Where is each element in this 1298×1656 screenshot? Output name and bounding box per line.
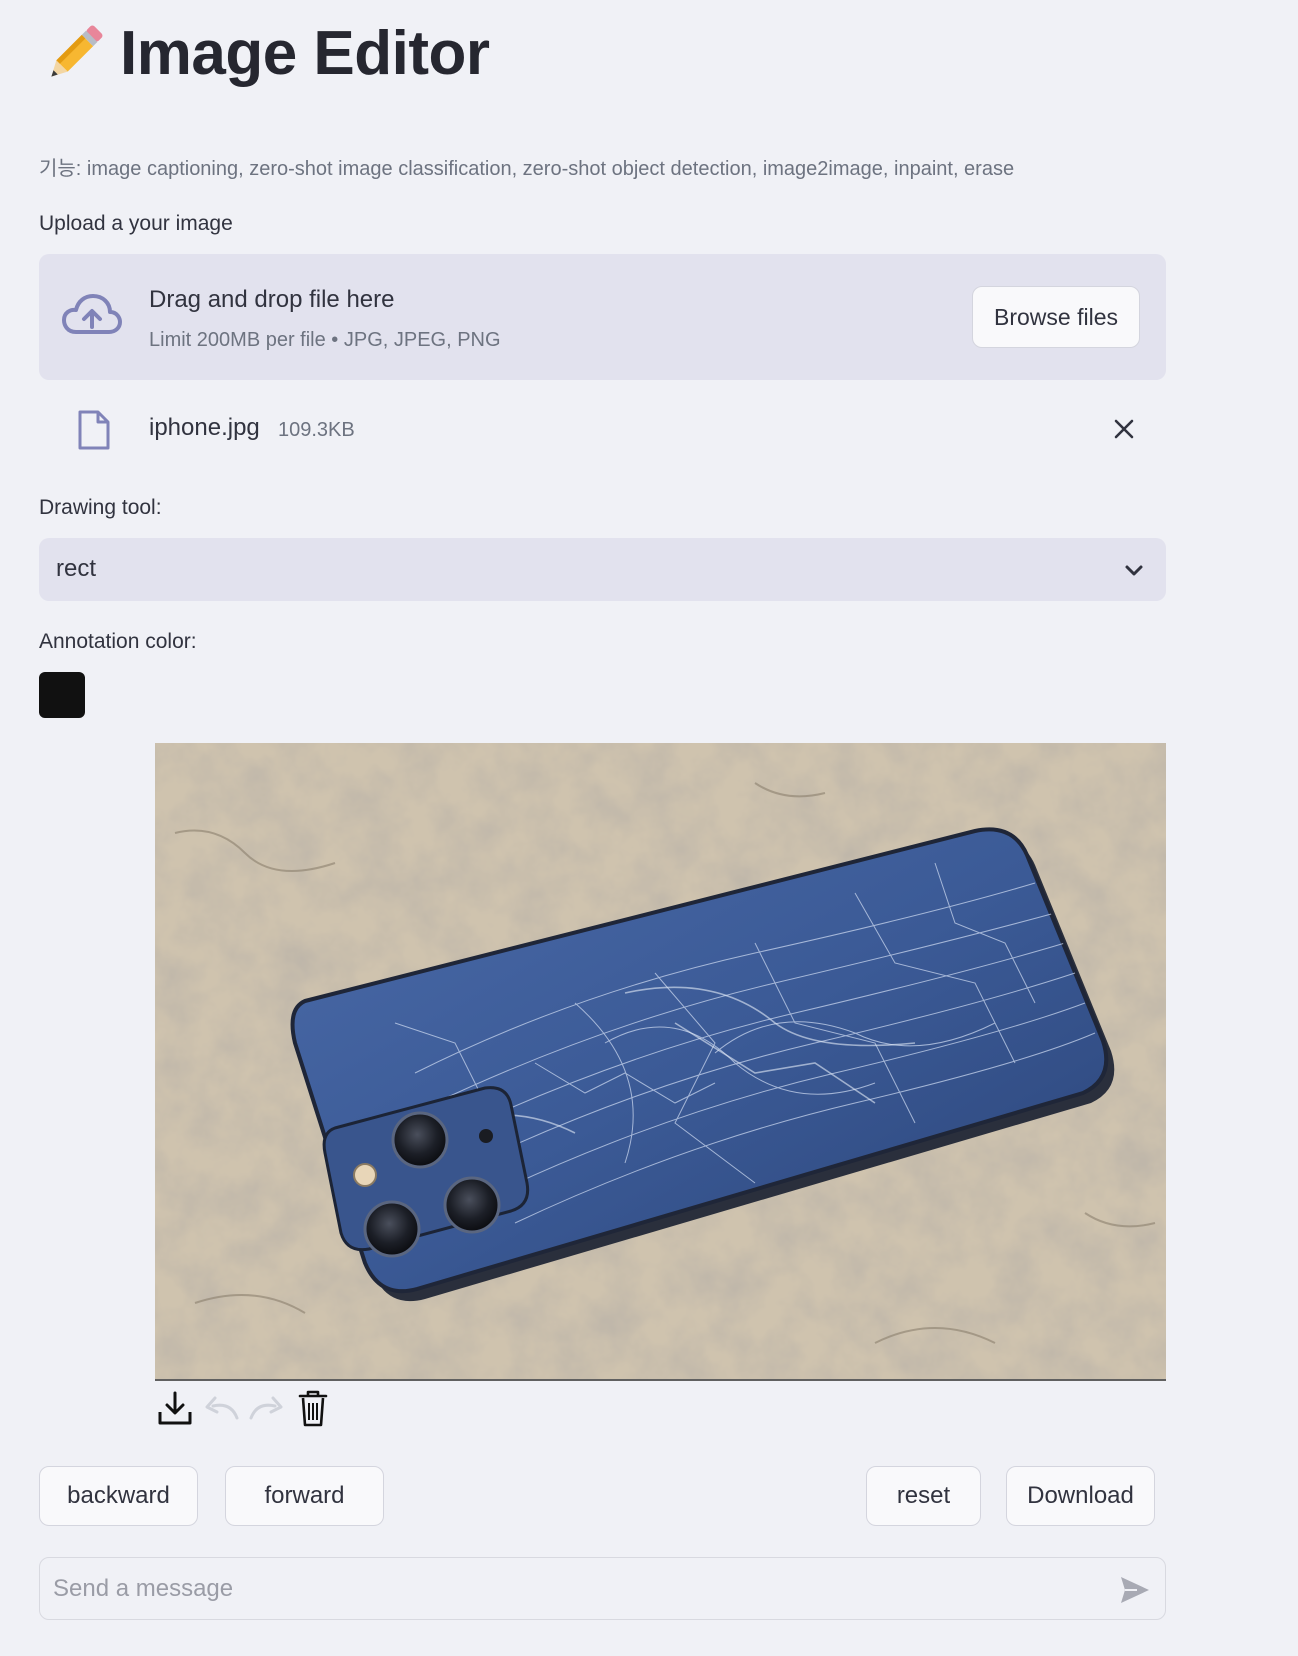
chat-input-container bbox=[39, 1557, 1166, 1620]
drawing-tool-value: rect bbox=[56, 555, 97, 582]
reset-button[interactable]: reset bbox=[866, 1466, 981, 1526]
forward-button[interactable]: forward bbox=[225, 1466, 384, 1526]
canvas-toolbar bbox=[155, 1386, 333, 1430]
dropzone-limit: Limit 200MB per file • JPG, JPEG, PNG bbox=[149, 329, 501, 351]
redo-icon[interactable] bbox=[247, 1386, 287, 1430]
page-title: Image Editor bbox=[120, 19, 490, 88]
file-size: 109.3KB bbox=[278, 419, 355, 441]
pencil-icon bbox=[51, 25, 103, 77]
drawing-canvas[interactable] bbox=[155, 743, 1166, 1381]
upload-label: Upload a your image bbox=[39, 212, 233, 235]
chat-input[interactable] bbox=[53, 1568, 1053, 1610]
cloud-upload-icon bbox=[62, 294, 122, 334]
page-header: Image Editor bbox=[38, 18, 490, 90]
undo-icon[interactable] bbox=[201, 1386, 241, 1430]
canvas-image bbox=[155, 743, 1166, 1379]
drawing-tool-label: Drawing tool: bbox=[39, 496, 162, 519]
send-icon[interactable] bbox=[1119, 1575, 1151, 1605]
uploaded-file: iphone.jpg 109.3KB bbox=[39, 400, 1166, 458]
file-name: iphone.jpg bbox=[149, 414, 260, 441]
download-icon[interactable] bbox=[155, 1386, 195, 1430]
dropzone-instructions: Drag and drop file here bbox=[149, 286, 395, 313]
feature-caption: 기능: image captioning, zero-shot image cl… bbox=[39, 158, 1015, 180]
annotation-color-label: Annotation color: bbox=[39, 630, 197, 653]
download-button[interactable]: Download bbox=[1006, 1466, 1155, 1526]
chevron-down-icon bbox=[1125, 565, 1143, 576]
annotation-color-picker[interactable] bbox=[39, 672, 85, 718]
trash-icon[interactable] bbox=[293, 1386, 333, 1430]
browse-files-button[interactable]: Browse files bbox=[972, 286, 1140, 348]
file-dropzone[interactable]: Drag and drop file here Limit 200MB per … bbox=[39, 254, 1166, 380]
file-icon bbox=[78, 410, 110, 450]
remove-file-icon[interactable] bbox=[1109, 414, 1139, 444]
drawing-tool-select[interactable]: rect bbox=[39, 538, 1166, 601]
backward-button[interactable]: backward bbox=[39, 1466, 198, 1526]
